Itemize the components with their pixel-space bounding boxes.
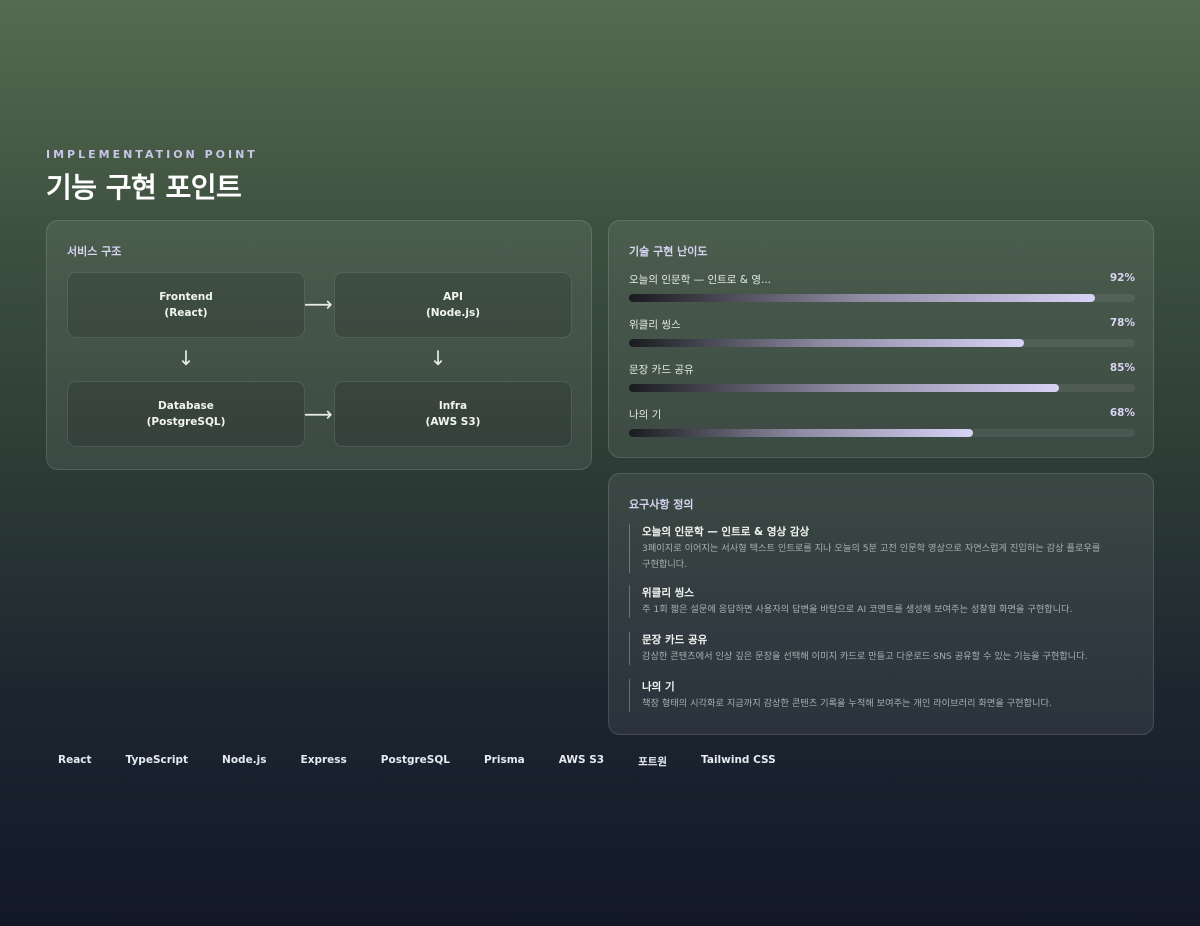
node-frontend-sub: (React) (164, 307, 208, 319)
requirement-title: 문장 카드 공유 (642, 634, 708, 646)
tag-prisma: Prisma (483, 754, 525, 766)
architecture-title: 서비스 구조 (67, 245, 122, 258)
node-infra: Infra (AWS S3) (334, 381, 572, 447)
node-database-name: Database (158, 400, 214, 412)
difficulty-row: 오늘의 인문학 — 인트로 & 영... 92% (629, 272, 1135, 302)
progress-fill (629, 339, 1024, 347)
progress-fill (629, 384, 1060, 392)
progress-fill (629, 294, 1095, 302)
progress-track (629, 429, 1135, 437)
progress-fill (629, 429, 974, 437)
difficulty-label: 문장 카드 공유 (629, 364, 694, 376)
node-api-sub: (Node.js) (425, 307, 481, 319)
progress-track (629, 294, 1135, 302)
tag-express: Express (300, 754, 347, 766)
tag-portone: 포트원 (638, 756, 668, 768)
tag-aws-s3: AWS S3 (558, 754, 605, 766)
difficulty-percent: 68% (1109, 407, 1135, 419)
tech-stack-tags: React TypeScript Node.js Express Postgre… (46, 748, 798, 775)
requirement-title: 위클리 씽스 (642, 587, 694, 599)
requirements-card: 요구사항 정의 오늘의 인문학 — 인트로 & 영상 감상 3페이지로 이어지는… (608, 473, 1154, 735)
arrow-down-icon: ↓ (429, 346, 447, 370)
difficulty-row: 나의 기 68% (629, 407, 1135, 437)
arrow-right-icon: ⟶ (304, 292, 333, 316)
tag-nodejs: Node.js (222, 754, 267, 766)
page-title: 기능 구현 포인트 (46, 171, 242, 204)
difficulty-percent: 92% (1109, 272, 1135, 284)
requirement-title: 오늘의 인문학 — 인트로 & 영상 감상 (642, 526, 810, 538)
difficulty-label: 나의 기 (629, 409, 662, 421)
difficulty-row: 위클리 씽스 78% (629, 317, 1135, 347)
difficulty-label: 오늘의 인문학 — 인트로 & 영... (629, 274, 771, 286)
requirement-desc-cont: 구현합니다. (642, 559, 688, 570)
tag-react: React (58, 754, 92, 766)
requirement-item: 위클리 씽스 주 1회 짧은 설문에 응답하면 사용자의 답변을 바탕으로 AI… (629, 585, 1129, 618)
node-infra-sub: (AWS S3) (425, 416, 481, 428)
arrow-down-icon: ↓ (177, 346, 195, 370)
difficulty-percent: 85% (1109, 362, 1135, 374)
requirement-title: 나의 기 (642, 681, 675, 693)
difficulty-label: 위클리 씽스 (629, 319, 681, 331)
requirement-desc: 감상한 콘텐츠에서 인상 깊은 문장을 선택해 이미지 카드로 만들고 다운로드… (642, 651, 1088, 662)
difficulty-title: 기술 구현 난이도 (629, 245, 708, 258)
progress-track (629, 339, 1135, 347)
requirement-desc: 주 1회 짧은 설문에 응답하면 사용자의 답변을 바탕으로 AI 코멘트를 생… (642, 604, 1073, 615)
node-api-name: API (443, 291, 463, 303)
architecture-card: 서비스 구조 Frontend (React) API (Node.js) Da… (46, 220, 592, 470)
node-database: Database (PostgreSQL) (67, 381, 305, 447)
tag-typescript: TypeScript (125, 754, 189, 766)
requirement-item: 오늘의 인문학 — 인트로 & 영상 감상 3페이지로 이어지는 서사형 텍스트… (629, 524, 1129, 573)
requirement-desc: 책장 형태의 시각화로 지금까지 감상한 콘텐츠 기록을 누적해 보여주는 개인… (642, 698, 1052, 709)
progress-track (629, 384, 1135, 392)
node-database-sub: (PostgreSQL) (146, 416, 226, 428)
arrow-right-icon: ⟶ (304, 402, 333, 426)
difficulty-card: 기술 구현 난이도 오늘의 인문학 — 인트로 & 영... 92% 위클리 씽… (608, 220, 1154, 458)
tag-tailwind: Tailwind CSS (701, 754, 776, 766)
node-frontend-name: Frontend (159, 291, 213, 303)
requirement-item: 나의 기 책장 형태의 시각화로 지금까지 감상한 콘텐츠 기록을 누적해 보여… (629, 679, 1129, 712)
requirement-desc: 3페이지로 이어지는 서사형 텍스트 인트로를 지나 오늘의 5분 고전 인문학… (642, 543, 1101, 554)
node-infra-name: Infra (438, 400, 468, 412)
requirements-title: 요구사항 정의 (629, 498, 694, 511)
difficulty-percent: 78% (1109, 317, 1135, 329)
node-frontend: Frontend (React) (67, 272, 305, 338)
node-api: API (Node.js) (334, 272, 572, 338)
difficulty-row: 문장 카드 공유 85% (629, 362, 1135, 392)
tag-postgresql: PostgreSQL (380, 754, 450, 766)
section-eyebrow: IMPLEMENTATION POINT (46, 148, 258, 161)
requirement-item: 문장 카드 공유 감상한 콘텐츠에서 인상 깊은 문장을 선택해 이미지 카드로… (629, 632, 1129, 665)
